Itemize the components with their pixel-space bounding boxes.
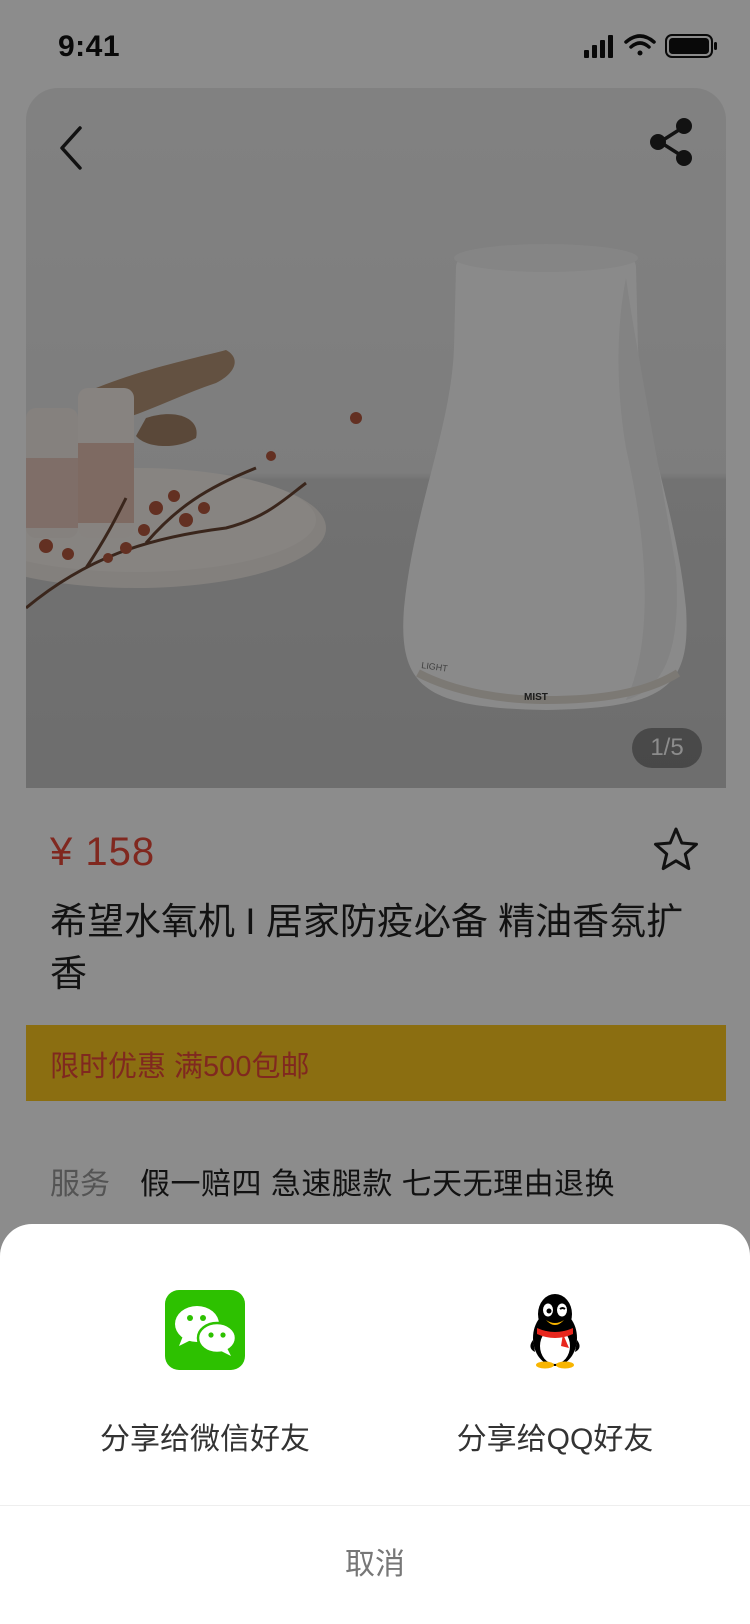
share-wechat-button[interactable]: 分享给微信好友 — [55, 1290, 355, 1460]
qq-penguin-icon — [530, 1294, 580, 1369]
cancel-button[interactable]: 取消 — [0, 1506, 750, 1624]
share-qq-button[interactable]: 分享给QQ好友 — [405, 1290, 705, 1460]
share-sheet: 分享给微信好友 分享给QQ好友 取消 — [0, 1224, 750, 1624]
share-wechat-label: 分享给微信好友 — [100, 1423, 310, 1456]
share-qq-label: 分享给QQ好友 — [456, 1423, 654, 1456]
wechat-icon — [165, 1290, 245, 1370]
